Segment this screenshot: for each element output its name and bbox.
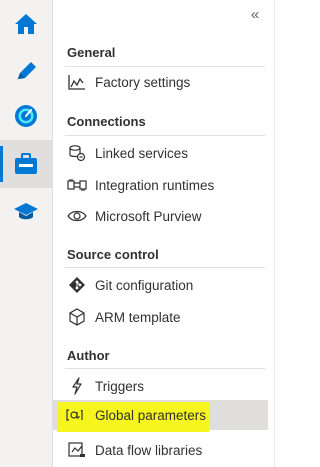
section-connections-heading: Connections [67,113,146,129]
global-parameters-icon [65,406,89,424]
rail-author-button[interactable] [0,48,52,96]
double-chevron-left-icon: « [250,5,260,23]
settings-chart-icon [65,73,89,91]
rail-home-button[interactable] [0,0,52,48]
nav-item-data-flow-libraries[interactable]: Data flow libraries [59,435,263,465]
integration-runtime-icon [65,176,89,194]
nav-item-label: Factory settings [95,74,191,90]
nav-item-label: Linked services [95,145,189,161]
nav-item-label: Git configuration [95,277,194,293]
git-icon [65,276,89,294]
nav-item-microsoft-purview[interactable]: Microsoft Purview [59,201,263,231]
pencil-icon [13,59,39,85]
nav-item-arm-template[interactable]: ARM template [59,302,263,332]
section-divider [65,368,265,369]
eye-icon [65,207,89,225]
nav-item-triggers[interactable]: Triggers [59,371,263,401]
nav-item-linked-services[interactable]: Linked services [59,138,263,168]
linked-services-icon [65,144,89,162]
rail-learning-button[interactable] [0,188,52,236]
monitor-gauge-icon [13,103,39,129]
nav-item-git-configuration[interactable]: Git configuration [59,270,263,300]
nav-item-global-parameters[interactable]: Global parameters [53,400,268,432]
collapse-panel-button[interactable]: « [244,4,266,24]
nav-item-label: Data flow libraries [95,442,203,458]
nav-item-label: ARM template [95,309,181,325]
lightning-icon [65,377,89,395]
rail-manage-button[interactable] [0,140,52,188]
section-general-heading: General [67,44,116,60]
manage-toolbox-icon [13,152,39,176]
section-divider [65,135,265,136]
nav-item-integration-runtimes[interactable]: Integration runtimes [59,170,263,200]
nav-item-factory-settings[interactable]: Factory settings [59,67,263,97]
nav-item-label: Microsoft Purview [95,208,202,224]
nav-item-label: Integration runtimes [95,177,215,193]
nav-item-label: Triggers [95,378,145,394]
section-author-heading: Author [67,347,110,363]
manage-panel: « General Factory settings Connections L… [53,0,275,467]
section-source-control-heading: Source control [67,246,159,262]
learning-center-icon [13,201,39,223]
left-nav-rail [0,0,53,467]
rail-monitor-button[interactable] [0,92,52,140]
nav-item-label: Global parameters [95,407,207,423]
data-flow-library-icon [65,441,89,459]
home-icon [13,12,39,36]
cube-icon [65,308,89,326]
section-divider [65,267,265,268]
